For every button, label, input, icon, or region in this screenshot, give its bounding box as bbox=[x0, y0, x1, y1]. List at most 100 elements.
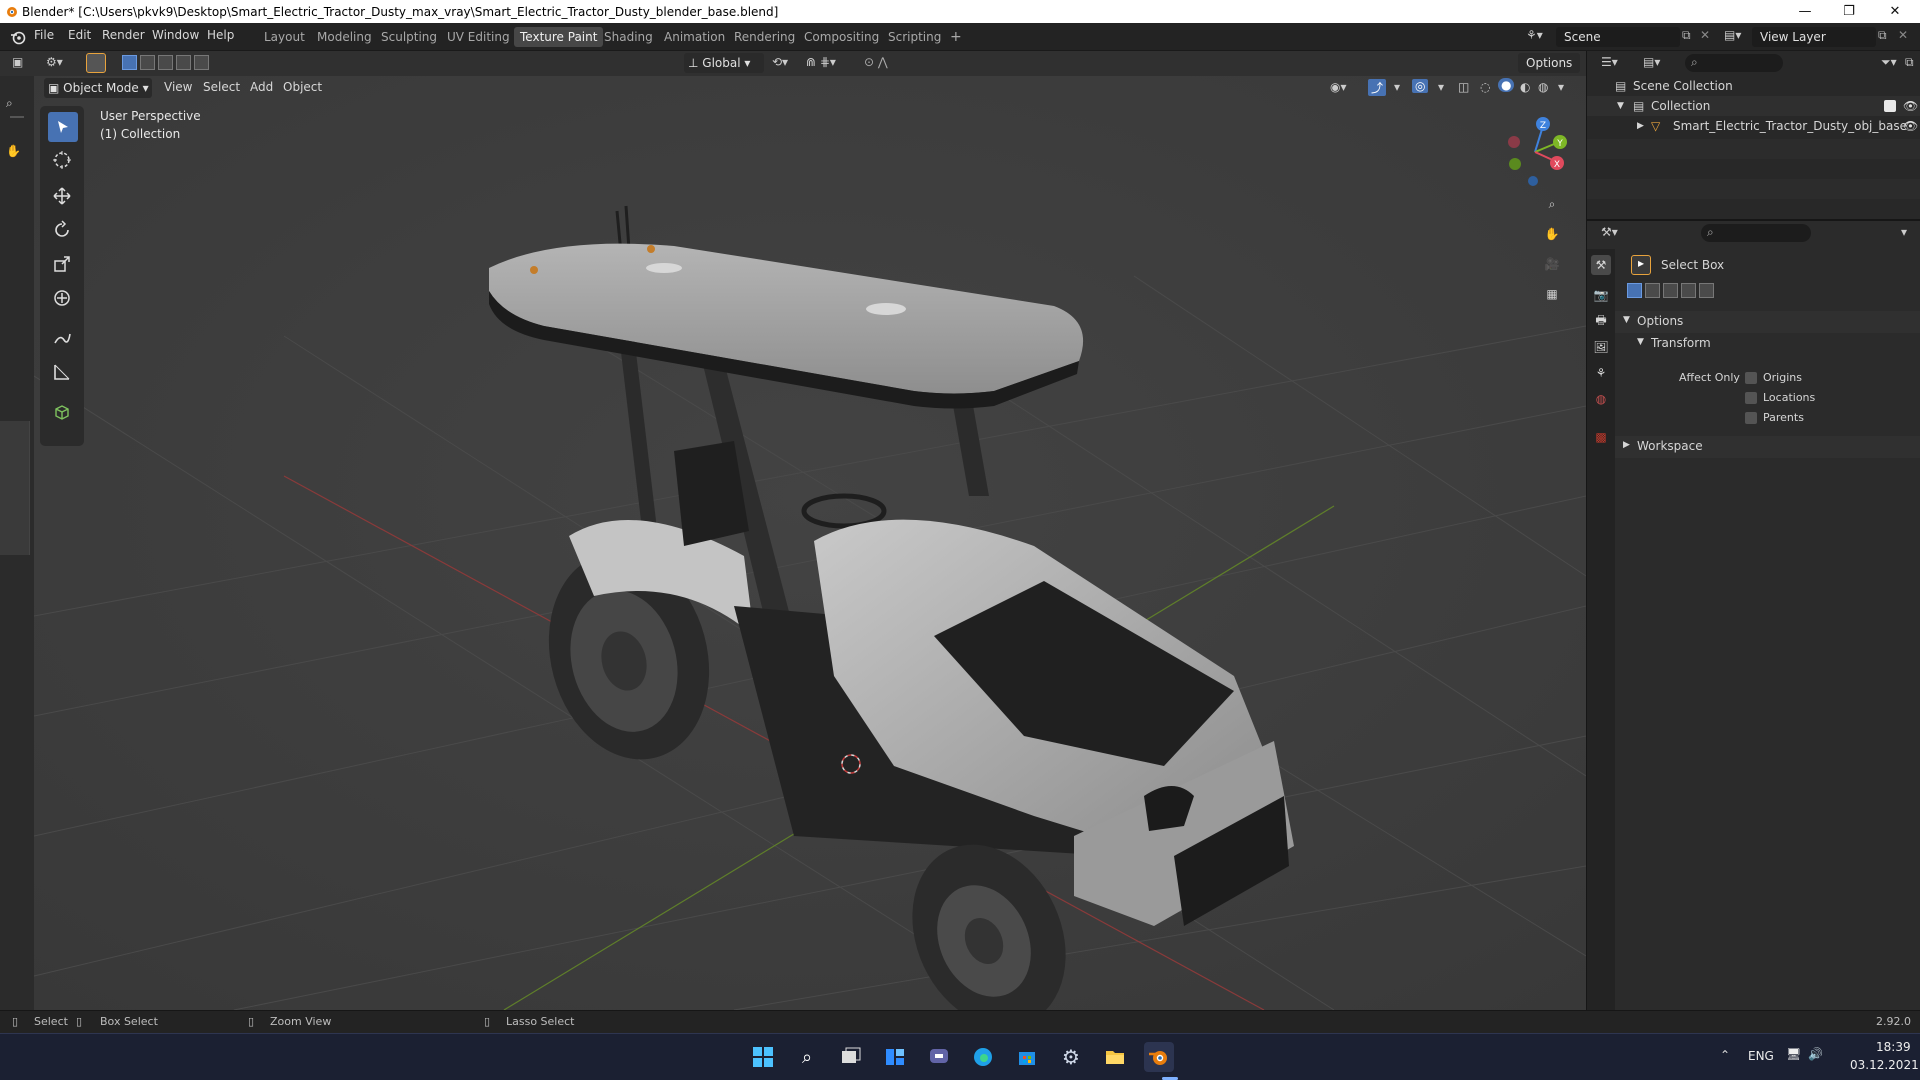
exclude-checkbox[interactable] bbox=[1884, 100, 1896, 112]
select-box-tool-icon[interactable] bbox=[48, 112, 78, 142]
tab-uv-editing[interactable]: UV Editing bbox=[441, 27, 516, 47]
store-icon[interactable] bbox=[1012, 1042, 1042, 1072]
tool-tab-icon[interactable]: ⚒ bbox=[1591, 255, 1611, 275]
clock-date[interactable]: 03.12.2021 bbox=[1850, 1058, 1919, 1072]
expand-arrow-icon[interactable]: ▼ bbox=[1617, 96, 1624, 116]
wireframe-shading-icon[interactable]: ◌ bbox=[1480, 80, 1490, 94]
select-tool-icon[interactable] bbox=[86, 53, 106, 73]
menu-file[interactable]: File bbox=[34, 28, 54, 42]
expand-arrow-icon[interactable]: ▶ bbox=[1637, 116, 1644, 136]
blender-menu-icon[interactable] bbox=[10, 29, 26, 45]
tab-scripting[interactable]: Scripting bbox=[882, 27, 947, 47]
visibility-icon[interactable]: ◉▾ bbox=[1330, 80, 1347, 94]
widgets-icon[interactable] bbox=[880, 1042, 910, 1072]
shading-options-icon[interactable]: ▾ bbox=[1558, 80, 1564, 94]
eye-icon[interactable]: 👁 bbox=[1903, 96, 1918, 116]
hand-icon[interactable]: ✋ bbox=[6, 144, 21, 158]
volume-icon[interactable]: 🔊 bbox=[1808, 1047, 1823, 1061]
xray-toggle-icon[interactable]: ◫ bbox=[1458, 80, 1469, 94]
mode-subtract-icon[interactable] bbox=[1663, 283, 1678, 298]
solid-shading-icon[interactable]: ● bbox=[1498, 78, 1515, 92]
properties-search-input[interactable]: ⌕ bbox=[1701, 224, 1811, 242]
output-tab-icon[interactable]: 🖶 bbox=[1591, 311, 1611, 331]
pan-view-icon[interactable]: ✋ bbox=[1540, 222, 1564, 246]
maximize-button[interactable]: ❐ bbox=[1826, 0, 1872, 23]
snap-icon[interactable]: ⋒ ⋕▾ bbox=[806, 55, 836, 69]
overlays-toggle-icon[interactable]: ◎ bbox=[1412, 79, 1429, 93]
locations-checkbox[interactable] bbox=[1745, 392, 1757, 404]
proportional-editing-icon[interactable]: ⊙ ⋀ bbox=[864, 55, 888, 69]
intersect-selection-icon[interactable] bbox=[194, 55, 209, 70]
transform-subpanel-header[interactable]: ▼ Transform bbox=[1615, 333, 1920, 355]
workspace-panel-header[interactable]: ▶ Workspace bbox=[1615, 436, 1920, 458]
mode-invert-icon[interactable] bbox=[1681, 283, 1696, 298]
gizmo-toggle-icon[interactable]: ⤴ bbox=[1368, 79, 1387, 96]
ortho-toggle-icon[interactable]: ▦ bbox=[1540, 282, 1564, 306]
mode-dropdown[interactable]: ▣ Object Mode ▾ bbox=[44, 78, 152, 98]
render-tab-icon[interactable]: 📷 bbox=[1591, 285, 1611, 305]
origins-checkbox[interactable] bbox=[1745, 372, 1757, 384]
tab-sculpting[interactable]: Sculpting bbox=[375, 27, 443, 47]
world-tab-icon[interactable]: ◍ bbox=[1591, 389, 1611, 409]
zoom-view-icon[interactable]: ⌕ bbox=[1540, 192, 1564, 216]
edge-browser-icon[interactable] bbox=[968, 1042, 998, 1072]
transform-tool-icon[interactable] bbox=[50, 286, 74, 310]
texture-tab-icon[interactable]: ▩ bbox=[1591, 427, 1611, 447]
add-workspace-button[interactable]: + bbox=[944, 27, 968, 47]
menu-window[interactable]: Window bbox=[152, 28, 199, 42]
network-icon[interactable]: 🖥 bbox=[1786, 1047, 1801, 1061]
minimize-button[interactable]: — bbox=[1782, 0, 1828, 23]
add-cube-tool-icon[interactable] bbox=[50, 400, 74, 424]
scene-tab-icon[interactable]: ⚘ bbox=[1591, 363, 1611, 383]
outliner-row-collection[interactable]: ▼ ▤ Collection 👁 bbox=[1587, 96, 1920, 116]
editor-type-icon[interactable]: ▣ bbox=[12, 55, 23, 69]
move-tool-icon[interactable] bbox=[50, 184, 74, 208]
overlays-options-icon[interactable]: ▾ bbox=[1438, 80, 1444, 94]
outliner-row-scene-collection[interactable]: ▤ Scene Collection bbox=[1587, 76, 1920, 96]
invert-selection-icon[interactable] bbox=[176, 55, 191, 70]
delete-view-layer-icon[interactable]: ✕ bbox=[1898, 28, 1908, 42]
scale-tool-icon[interactable] bbox=[50, 252, 74, 276]
filter-icon[interactable]: ⏷▾ bbox=[1881, 55, 1897, 70]
navigation-gizmo[interactable]: Z Y X bbox=[1500, 112, 1570, 187]
scene-field[interactable]: Scene bbox=[1556, 27, 1680, 47]
tab-animation[interactable]: Animation bbox=[658, 27, 731, 47]
tab-layout[interactable]: Layout bbox=[258, 27, 311, 47]
options-panel-header[interactable]: ▼ Options bbox=[1615, 311, 1920, 333]
chat-icon[interactable] bbox=[924, 1042, 954, 1072]
mode-intersect-icon[interactable] bbox=[1699, 283, 1714, 298]
viewport-menu-object[interactable]: Object bbox=[283, 80, 322, 94]
camera-view-icon[interactable]: 🎥 bbox=[1540, 252, 1564, 276]
eye-icon[interactable]: 👁 bbox=[1903, 116, 1918, 136]
gizmo-options-icon[interactable]: ▾ bbox=[1394, 80, 1400, 94]
mode-extend-icon[interactable] bbox=[1645, 283, 1660, 298]
menu-render[interactable]: Render bbox=[102, 28, 145, 42]
view-search-icon[interactable]: ⌕ bbox=[6, 96, 13, 111]
settings-icon[interactable]: ⚙ bbox=[1056, 1042, 1086, 1072]
set-new-selection-icon[interactable] bbox=[122, 55, 137, 70]
new-view-layer-icon[interactable]: ⧉ bbox=[1878, 28, 1887, 43]
display-mode-icon[interactable]: ▤▾ bbox=[1643, 55, 1660, 69]
new-scene-icon[interactable]: ⧉ bbox=[1682, 28, 1691, 43]
extend-selection-icon[interactable] bbox=[140, 55, 155, 70]
tool-settings-icon[interactable]: ⚙▾ bbox=[46, 55, 63, 69]
tab-shading[interactable]: Shading bbox=[598, 27, 659, 47]
viewport-menu-view[interactable]: View bbox=[164, 80, 192, 94]
view-layer-field[interactable]: View Layer bbox=[1752, 27, 1876, 47]
pivot-point-icon[interactable]: ⟲▾ bbox=[772, 55, 788, 69]
show-hidden-icons[interactable]: ⌃ bbox=[1720, 1048, 1730, 1062]
start-icon[interactable] bbox=[748, 1042, 778, 1072]
3d-viewport[interactable]: User Perspective (1) Collection Z Y X ⌕ … bbox=[34, 76, 1586, 1010]
input-language[interactable]: ENG bbox=[1748, 1049, 1774, 1063]
options-dropdown[interactable]: Options ▾ bbox=[1518, 53, 1580, 90]
search-icon[interactable]: ⌕ bbox=[792, 1042, 822, 1072]
outliner-row-object[interactable]: ▶ ▽ Smart_Electric_Tractor_Dusty_obj_bas… bbox=[1587, 116, 1920, 136]
tab-rendering[interactable]: Rendering bbox=[728, 27, 801, 47]
properties-editor-type-icon[interactable]: ⚒▾ bbox=[1601, 225, 1618, 239]
clock-time[interactable]: 18:39 bbox=[1876, 1040, 1911, 1054]
subtract-selection-icon[interactable] bbox=[158, 55, 173, 70]
material-shading-icon[interactable]: ◐ bbox=[1520, 80, 1530, 94]
viewport-menu-select[interactable]: Select bbox=[203, 80, 240, 94]
view-layer-tab-icon[interactable]: 🖼 bbox=[1591, 337, 1611, 357]
menu-help[interactable]: Help bbox=[207, 28, 234, 42]
